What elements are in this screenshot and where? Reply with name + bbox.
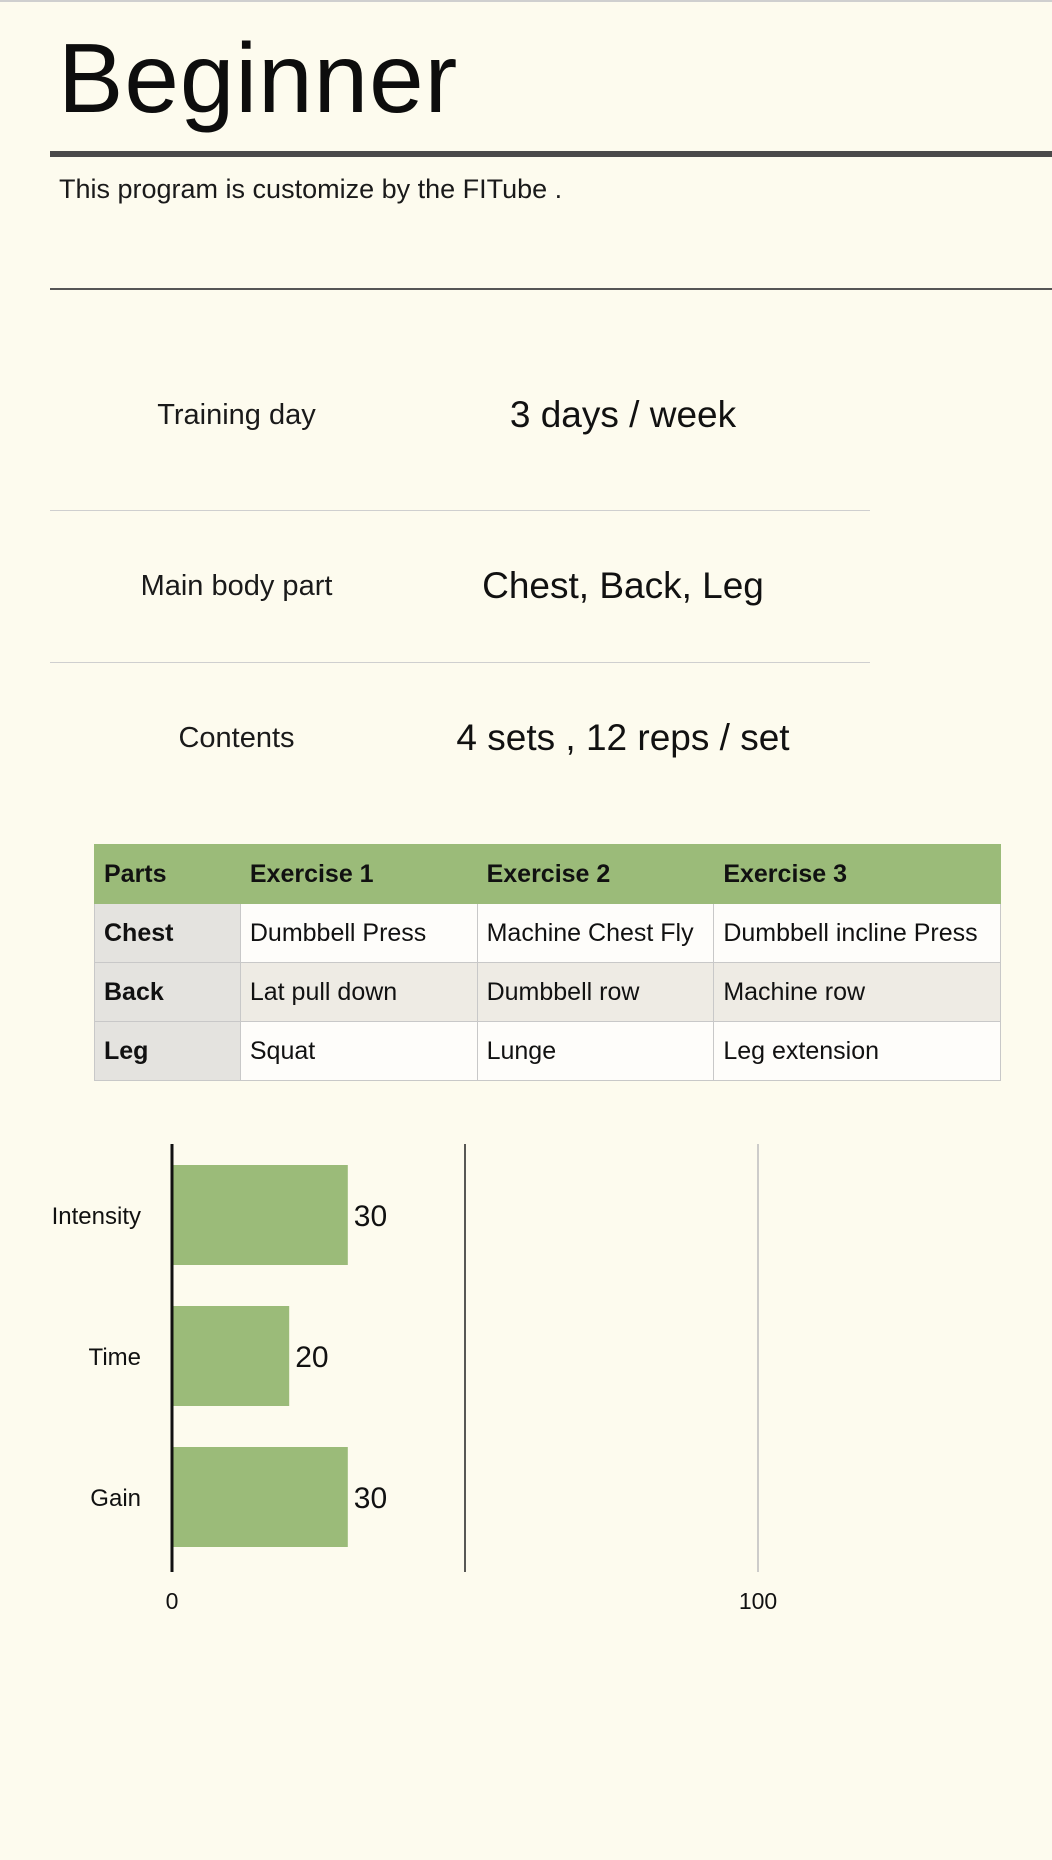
header-divider [50, 288, 1052, 290]
table-header-cell: Exercise 2 [476, 844, 715, 904]
row-divider [50, 662, 870, 663]
bar-time [172, 1306, 290, 1406]
table-cell: Lunge [476, 1021, 715, 1081]
info-value: 3 days / week [509, 394, 737, 435]
table-cell: Lat pull down [239, 962, 478, 1022]
table-cell: Dumbbell Press [239, 903, 478, 963]
table-part-cell: Chest [94, 903, 241, 963]
info-row-main-body-part: Main body part Chest, Back, Leg [50, 556, 870, 616]
table-cell: Machine Chest Fly [476, 903, 715, 963]
bar-intensity [172, 1165, 348, 1265]
bar-data-label: 30 [354, 1200, 387, 1233]
category-label: Time [89, 1344, 141, 1371]
bar-gain [172, 1447, 348, 1547]
title-divider [50, 151, 1052, 157]
info-label: Training day [157, 398, 316, 431]
table-row: Leg Squat Lunge Leg extension [94, 1021, 1001, 1081]
info-value: Chest, Back, Leg [482, 565, 764, 606]
x-tick-label: 100 [739, 1588, 777, 1614]
table-row: Chest Dumbbell Press Machine Chest Fly D… [94, 903, 1001, 963]
table-header-cell: Parts [94, 844, 241, 904]
info-row-contents: Contents 4 sets , 12 reps / set [50, 708, 870, 768]
info-value: 4 sets , 12 reps / set [456, 717, 790, 758]
table-cell: Dumbbell row [476, 962, 715, 1022]
table-part-cell: Leg [94, 1021, 241, 1081]
table-cell: Machine row [713, 962, 1001, 1022]
table-header-row: Parts Exercise 1 Exercise 2 Exercise 3 [94, 844, 1001, 904]
row-divider [50, 510, 870, 511]
table-header-cell: Exercise 3 [713, 844, 1001, 904]
category-label: Gain [90, 1485, 141, 1512]
x-tick-label: 0 [166, 1588, 179, 1614]
page-title: Beginner [58, 23, 459, 133]
table-header-cell: Exercise 1 [239, 844, 478, 904]
top-rule [0, 0, 1052, 2]
info-label: Contents [178, 721, 295, 754]
category-label: Intensity [52, 1203, 141, 1230]
info-label: Main body part [140, 569, 333, 602]
table-cell: Dumbbell incline Press [713, 903, 1001, 963]
page-subtitle: This program is customize by the FITube … [59, 174, 563, 204]
bar-data-label: 20 [295, 1341, 328, 1374]
table-cell: Leg extension [713, 1021, 1001, 1081]
info-row-training-day: Training day 3 days / week [50, 385, 870, 445]
table-cell: Squat [239, 1021, 478, 1081]
bar-data-label: 30 [354, 1482, 387, 1515]
table-row: Back Lat pull down Dumbbell row Machine … [94, 962, 1001, 1022]
exercise-table: Parts Exercise 1 Exercise 2 Exercise 3 C… [94, 844, 1001, 1081]
table-part-cell: Back [94, 962, 241, 1022]
bar-chart: 30 Intensity 20 Time 30 Gain 0 100 [52, 1144, 777, 1614]
